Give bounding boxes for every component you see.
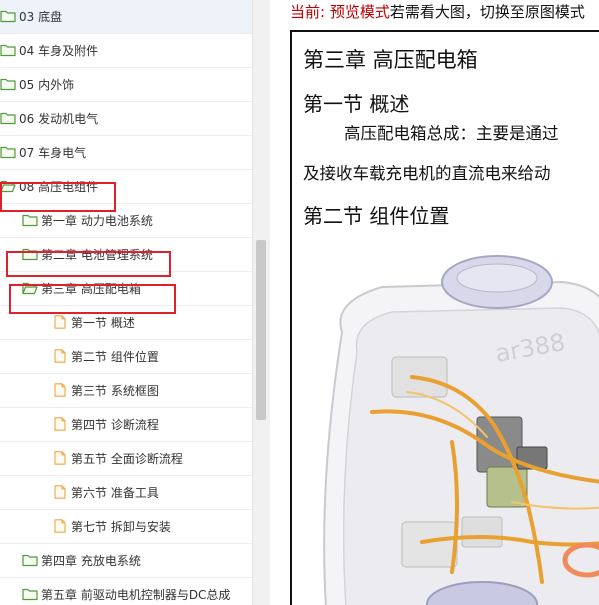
chapter-title: 第三章 高压配电箱 [303,48,478,72]
section-title-location: 第二节 组件位置 [303,204,450,228]
file-icon [52,417,68,431]
tree-item[interactable]: 第四章 充放电系统 [0,544,252,578]
tree-item-label: 08 高压电组件 [19,180,99,194]
navigation-tree: 03 底盘 04 车身及附件 05 内外饰 06 发动机电气 07 车身电气 08 高压电… [0,0,252,605]
folder-icon [0,9,16,23]
tree-item[interactable]: 第一节 概述 [0,306,252,340]
tree-item-label: 06 发动机电气 [19,112,99,126]
tree-item[interactable]: 第二章 电池管理系统 [0,238,252,272]
tree-item-label: 第四章 充放电系统 [41,554,141,568]
tree-item-label: 第四节 诊断流程 [71,418,159,432]
tree-item-label: 05 内外饰 [19,78,75,92]
paragraph-line-2: 及接收车载充电机的直流电来给动 [303,164,551,183]
folder-icon [22,553,38,567]
document-page: 第三章 高压配电箱 第一节 概述 高压配电箱总成：主要是通过 及接收车载充电机的… [290,30,599,605]
paragraph-line-1: 高压配电箱总成：主要是通过 [344,124,559,143]
tree-item-label: 第六节 准备工具 [71,486,159,500]
tree-item[interactable]: 第四节 诊断流程 [0,408,252,442]
folder-icon [0,43,16,57]
tree-item-label: 07 车身电气 [19,146,87,160]
tree-item[interactable]: 第一章 动力电池系统 [0,204,252,238]
folder-icon [0,77,16,91]
tree-item-label: 第二章 电池管理系统 [41,248,153,262]
folder-open-icon [0,179,16,193]
tree-item[interactable]: 08 高压电组件 [0,170,252,204]
content-pane: 当前: 预览模式若需看大图，切换至原图模式 第三章 高压配电箱 第一节 概述 高… [290,0,599,605]
tree-item[interactable]: 05 内外饰 [0,68,252,102]
tree-item[interactable]: 第三章 高压配电箱 [0,272,252,306]
tree-item[interactable]: 07 车身电气 [0,136,252,170]
tree-item[interactable]: 第七节 拆卸与安装 [0,510,252,544]
tree-item[interactable]: 04 车身及附件 [0,34,252,68]
tree-item-label: 第五节 全面诊断流程 [71,452,183,466]
switch-original-hint: 若需看大图，切换至原图模式 [389,3,585,21]
tree-item-label: 第五章 前驱动电机控制器与DC总成 [41,588,231,602]
folder-icon [22,247,38,261]
file-icon [52,349,68,363]
preview-mode-notice: 当前: 预览模式若需看大图，切换至原图模式 [290,1,585,23]
file-icon [52,383,68,397]
tree-item-label: 第七节 拆卸与安装 [71,520,171,534]
vehicle-component-figure: ar388 [323,255,599,605]
file-icon [52,485,68,499]
tree-item-label: 第二节 组件位置 [71,350,159,364]
tree-item[interactable]: 第三节 系统框图 [0,374,252,408]
folder-icon [0,111,16,125]
pane-divider [270,0,290,605]
scrollbar-thumb[interactable] [256,240,266,420]
tree-item[interactable]: 第六节 准备工具 [0,476,252,510]
preview-mode-label: 当前: 预览模式 [290,3,390,21]
tree-item-label: 03 底盘 [19,10,63,24]
tree-item-label: 第三章 高压配电箱 [41,282,141,296]
tree-item[interactable]: 03 底盘 [0,0,252,34]
file-icon [52,519,68,533]
file-icon [52,451,68,465]
tree-item-label: 04 车身及附件 [19,44,99,58]
tree-item[interactable]: 第五章 前驱动电机控制器与DC总成 [0,578,252,605]
section-title-overview: 第一节 概述 [303,92,410,116]
tree-scrollbar[interactable] [252,0,270,605]
folder-icon [0,145,16,159]
file-icon [52,315,68,329]
tree-item-label: 第一章 动力电池系统 [41,214,153,228]
tree-item[interactable]: 06 发动机电气 [0,102,252,136]
folder-icon [22,213,38,227]
folder-open-icon [22,281,38,295]
tree-item[interactable]: 第二节 组件位置 [0,340,252,374]
folder-icon [22,587,38,601]
tree-item[interactable]: 第五节 全面诊断流程 [0,442,252,476]
tree-item-label: 第三节 系统框图 [71,384,159,398]
tree-item-label: 第一节 概述 [71,316,135,330]
